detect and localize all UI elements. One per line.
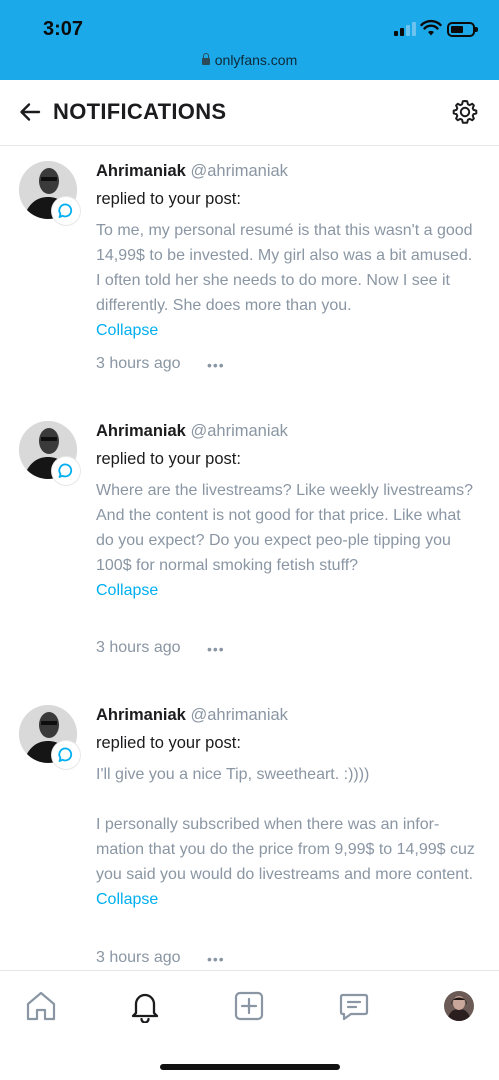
lock-icon — [201, 53, 210, 65]
notification-text: To me, my personal resumé is that this w… — [96, 218, 481, 343]
message-icon[interactable] — [337, 989, 371, 1023]
page-title: NOTIFICATIONS — [53, 99, 227, 124]
notification-author[interactable]: Ahrimaniak @ahrimaniak — [96, 162, 288, 181]
comment-paragraph: Where are the livestreams? Like weekly l… — [96, 482, 474, 574]
status-bar: 3:07 onlyfans.com — [0, 0, 499, 80]
profile-avatar[interactable] — [444, 991, 474, 1021]
more-options-icon[interactable]: ••• — [207, 951, 225, 967]
notification-time: 3 hours ago — [96, 355, 181, 372]
more-options-icon[interactable]: ••• — [207, 357, 225, 373]
more-options-icon[interactable]: ••• — [207, 641, 225, 657]
comment-badge-icon — [52, 197, 80, 225]
notification-time: 3 hours ago — [96, 949, 181, 966]
notification-author[interactable]: Ahrimaniak @ahrimaniak — [96, 706, 288, 725]
cellular-signal-icon — [394, 22, 416, 36]
author-name[interactable]: Ahrimaniak — [96, 706, 186, 724]
gear-icon[interactable] — [451, 98, 479, 126]
author-handle[interactable]: @ahrimaniak — [190, 422, 287, 440]
battery-icon — [447, 22, 478, 37]
comment-badge-icon — [52, 741, 80, 769]
back-arrow-icon[interactable] — [18, 100, 42, 124]
author-name[interactable]: Ahrimaniak — [96, 162, 186, 180]
author-handle[interactable]: @ahrimaniak — [190, 162, 287, 180]
home-indicator[interactable] — [160, 1064, 340, 1070]
notifications-feed[interactable]: Ahrimaniak @ahrimaniak replied to your p… — [0, 147, 499, 970]
notification-author[interactable]: Ahrimaniak @ahrimaniak — [96, 422, 288, 441]
comment-paragraph: To me, my personal resumé is that this w… — [96, 222, 473, 314]
home-icon[interactable] — [24, 989, 58, 1023]
comment-paragraph: I personally subscribed when there was a… — [96, 816, 475, 883]
collapse-link[interactable]: Collapse — [96, 887, 481, 912]
notification-action: replied to your post: — [96, 450, 241, 468]
url-bar[interactable]: onlyfans.com — [0, 52, 499, 68]
status-time: 3:07 — [43, 18, 84, 40]
collapse-link[interactable]: Collapse — [96, 578, 481, 603]
page-header: NOTIFICATIONS — [0, 80, 499, 146]
author-name[interactable]: Ahrimaniak — [96, 422, 186, 440]
collapse-link[interactable]: Collapse — [96, 318, 481, 343]
notification-text: I'll give you a nice Tip, sweetheart. :)… — [96, 762, 481, 912]
plus-square-icon[interactable] — [232, 989, 266, 1023]
notification-time: 3 hours ago — [96, 639, 181, 656]
notification-action: replied to your post: — [96, 190, 241, 208]
url-text: onlyfans.com — [214, 52, 298, 68]
notification-item[interactable]: Ahrimaniak @ahrimaniak replied to your p… — [0, 691, 499, 970]
notification-text: Where are the livestreams? Like weekly l… — [96, 478, 481, 603]
bell-icon[interactable] — [128, 989, 162, 1023]
wifi-icon — [420, 19, 442, 36]
author-handle[interactable]: @ahrimaniak — [190, 706, 287, 724]
comment-badge-icon — [52, 457, 80, 485]
comment-paragraph: I'll give you a nice Tip, sweetheart. :)… — [96, 766, 370, 783]
notification-item[interactable]: Ahrimaniak @ahrimaniak replied to your p… — [0, 407, 499, 691]
notification-action: replied to your post: — [96, 734, 241, 752]
notification-item[interactable]: Ahrimaniak @ahrimaniak replied to your p… — [0, 147, 499, 407]
